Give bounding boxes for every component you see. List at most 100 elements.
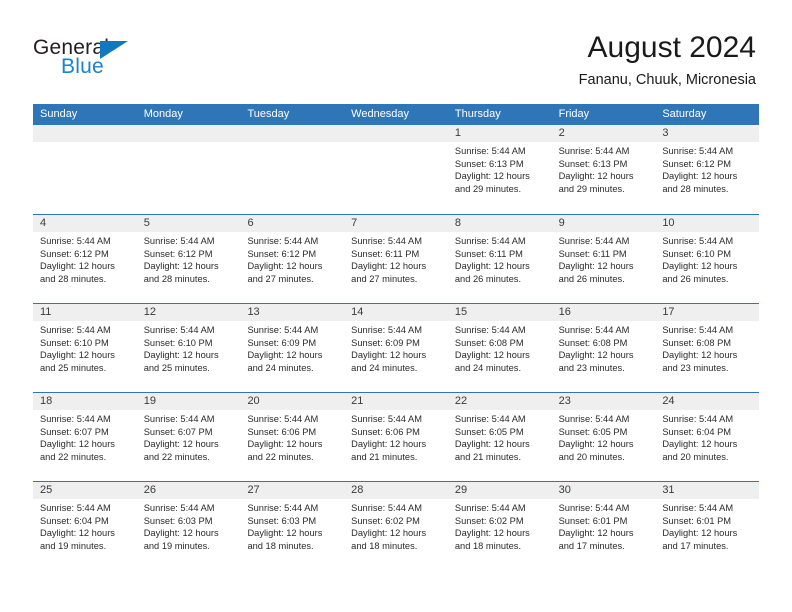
day-number: 17 — [655, 304, 760, 321]
daylight-text-line2: and 29 minutes. — [454, 183, 522, 194]
day-cell[interactable]: 11 Sunrise: 5:44 AM Sunset: 6:10 PM Dayligh… — [33, 304, 137, 392]
day-number — [240, 125, 345, 142]
week-row: 18 Sunrise: 5:44 AM Sunset: 6:07 PM Dayligh… — [33, 392, 760, 481]
day-details: Sunrise: 5:44 AM Sunset: 6:09 PM Daylight:… — [344, 321, 448, 374]
day-cell[interactable]: 28 Sunrise: 5:44 AM Sunset: 6:02 PM Dayligh… — [344, 482, 448, 570]
daylight-text-line1: Daylight: 12 hours — [40, 528, 115, 539]
page-title: August 2024 — [587, 31, 756, 64]
day-cell-empty — [344, 125, 448, 214]
day-cell[interactable]: 5 Sunrise: 5:44 AM Sunset: 6:12 PM Daylight… — [136, 215, 241, 303]
daylight-text-line1: Daylight: 12 hours — [558, 171, 634, 182]
day-cell[interactable]: 24 Sunrise: 5:44 AM Sunset: 6:04 PM Dayligh… — [655, 393, 760, 481]
sunrise-text: Sunrise: 5:44 AM — [143, 236, 215, 246]
day-cell[interactable]: 7 Sunrise: 5:44 AM Sunset: 6:11 PM Daylight… — [344, 215, 448, 303]
sunset-text: Sunset: 6:10 PM — [40, 337, 109, 348]
daylight-text-line1: Daylight: 12 hours — [662, 528, 738, 539]
day-details: Sunrise: 5:44 AM Sunset: 6:05 PM Daylight:… — [552, 410, 656, 463]
day-details: Sunrise: 5:44 AM Sunset: 6:07 PM Daylight:… — [33, 410, 137, 463]
day-cell[interactable]: 12 Sunrise: 5:44 AM Sunset: 6:10 PM Dayligh… — [136, 304, 241, 392]
day-number: 26 — [136, 482, 241, 499]
day-cell[interactable]: 30 Sunrise: 5:44 AM Sunset: 6:01 PM Dayligh… — [551, 482, 656, 570]
day-cell[interactable]: 1 Sunrise: 5:44 AM Sunset: 6:13 PM Daylight… — [447, 125, 552, 214]
sunrise-text: Sunrise: 5:44 AM — [454, 146, 526, 156]
day-cell[interactable]: 10 Sunrise: 5:44 AM Sunset: 6:10 PM Dayligh… — [655, 215, 760, 303]
sunset-text: Sunset: 6:06 PM — [351, 426, 420, 437]
day-cell[interactable]: 14 Sunrise: 5:44 AM Sunset: 6:09 PM Dayligh… — [344, 304, 448, 392]
day-cell[interactable]: 9 Sunrise: 5:44 AM Sunset: 6:11 PM Daylight… — [551, 215, 656, 303]
day-details: Sunrise: 5:44 AM Sunset: 6:02 PM Daylight:… — [344, 499, 448, 552]
sunrise-text: Sunrise: 5:44 AM — [558, 503, 630, 513]
day-cell[interactable]: 19 Sunrise: 5:44 AM Sunset: 6:07 PM Dayligh… — [136, 393, 241, 481]
day-cell[interactable]: 17 Sunrise: 5:44 AM Sunset: 6:08 PM Dayligh… — [655, 304, 760, 392]
day-cell[interactable]: 8 Sunrise: 5:44 AM Sunset: 6:11 PM Daylight… — [447, 215, 552, 303]
daylight-text-line1: Daylight: 12 hours — [662, 261, 738, 272]
day-cell[interactable]: 3 Sunrise: 5:44 AM Sunset: 6:12 PM Daylight… — [655, 125, 760, 214]
day-cell[interactable]: 21 Sunrise: 5:44 AM Sunset: 6:06 PM Dayligh… — [344, 393, 448, 481]
daylight-text-line2: and 25 minutes. — [143, 362, 210, 373]
daylight-text-line2: and 23 minutes. — [662, 362, 729, 373]
sunrise-text: Sunrise: 5:44 AM — [247, 414, 319, 424]
day-details: Sunrise: 5:44 AM Sunset: 6:11 PM Daylight:… — [344, 232, 448, 285]
day-cell[interactable]: 16 Sunrise: 5:44 AM Sunset: 6:08 PM Dayligh… — [551, 304, 656, 392]
general-blue-logo[interactable]: General Blue — [33, 36, 213, 84]
week-row: 11 Sunrise: 5:44 AM Sunset: 6:10 PM Dayligh… — [33, 303, 760, 392]
daylight-text-line2: and 28 minutes. — [40, 273, 107, 284]
day-details: Sunrise: 5:44 AM Sunset: 6:07 PM Daylight:… — [137, 410, 241, 463]
sunrise-text: Sunrise: 5:44 AM — [351, 503, 422, 513]
day-cell[interactable]: 31 Sunrise: 5:44 AM Sunset: 6:01 PM Dayligh… — [655, 482, 760, 570]
day-details: Sunrise: 5:44 AM Sunset: 6:08 PM Daylight:… — [448, 321, 552, 374]
logo-triangle-icon — [100, 41, 128, 59]
day-cell[interactable]: 22 Sunrise: 5:44 AM Sunset: 6:05 PM Dayligh… — [447, 393, 552, 481]
sunrise-text: Sunrise: 5:44 AM — [558, 146, 630, 156]
daylight-text-line1: Daylight: 12 hours — [143, 528, 219, 539]
day-cell[interactable]: 4 Sunrise: 5:44 AM Sunset: 6:12 PM Daylight… — [33, 215, 137, 303]
daylight-text-line1: Daylight: 12 hours — [351, 350, 427, 361]
day-details: Sunrise: 5:44 AM Sunset: 6:06 PM Daylight:… — [240, 410, 344, 463]
day-cell[interactable]: 29 Sunrise: 5:44 AM Sunset: 6:02 PM Dayligh… — [447, 482, 552, 570]
daylight-text-line1: Daylight: 12 hours — [662, 439, 738, 450]
day-cell[interactable]: 13 Sunrise: 5:44 AM Sunset: 6:09 PM Dayligh… — [240, 304, 345, 392]
day-cell[interactable]: 20 Sunrise: 5:44 AM Sunset: 6:06 PM Dayligh… — [240, 393, 345, 481]
day-cell[interactable]: 27 Sunrise: 5:44 AM Sunset: 6:03 PM Dayligh… — [240, 482, 345, 570]
title-block: August 2024 Fananu, Chuuk, Micronesia — [579, 30, 756, 90]
day-cell[interactable]: 25 Sunrise: 5:44 AM Sunset: 6:04 PM Dayligh… — [33, 482, 137, 570]
daylight-text-line2: and 28 minutes. — [662, 183, 729, 194]
week-row: 4 Sunrise: 5:44 AM Sunset: 6:12 PM Daylight… — [33, 214, 760, 303]
sunrise-text: Sunrise: 5:44 AM — [143, 414, 215, 424]
daylight-text-line2: and 24 minutes. — [454, 362, 522, 373]
day-number: 22 — [447, 393, 552, 410]
sunset-text: Sunset: 6:03 PM — [247, 515, 317, 526]
sunrise-text: Sunrise: 5:44 AM — [558, 325, 630, 335]
daylight-text-line2: and 25 minutes. — [40, 362, 107, 373]
day-number: 16 — [551, 304, 656, 321]
day-details: Sunrise: 5:44 AM Sunset: 6:09 PM Daylight:… — [240, 321, 344, 374]
daylight-text-line1: Daylight: 12 hours — [247, 261, 323, 272]
day-cell[interactable]: 18 Sunrise: 5:44 AM Sunset: 6:07 PM Dayligh… — [33, 393, 137, 481]
day-number: 7 — [344, 215, 448, 232]
daylight-text-line2: and 24 minutes. — [351, 362, 418, 373]
sunset-text: Sunset: 6:01 PM — [662, 515, 732, 526]
weekday-header-sunday: Sunday — [40, 108, 78, 120]
daylight-text-line2: and 28 minutes. — [143, 273, 210, 284]
sunset-text: Sunset: 6:03 PM — [143, 515, 213, 526]
day-details: Sunrise: 5:44 AM Sunset: 6:12 PM Daylight:… — [240, 232, 344, 285]
sunrise-text: Sunrise: 5:44 AM — [40, 236, 111, 246]
day-details: Sunrise: 5:44 AM Sunset: 6:11 PM Daylight:… — [448, 232, 552, 285]
day-cell[interactable]: 6 Sunrise: 5:44 AM Sunset: 6:12 PM Daylight… — [240, 215, 345, 303]
sunset-text: Sunset: 6:09 PM — [247, 337, 317, 348]
daylight-text-line1: Daylight: 12 hours — [247, 439, 323, 450]
daylight-text-line2: and 24 minutes. — [247, 362, 314, 373]
day-details: Sunrise: 5:44 AM Sunset: 6:10 PM Daylight:… — [33, 321, 137, 374]
day-number: 3 — [655, 125, 760, 142]
daylight-text-line2: and 18 minutes. — [247, 540, 314, 551]
day-cell[interactable]: 23 Sunrise: 5:44 AM Sunset: 6:05 PM Dayligh… — [551, 393, 656, 481]
daylight-text-line1: Daylight: 12 hours — [558, 350, 634, 361]
sunset-text: Sunset: 6:04 PM — [662, 426, 732, 437]
day-cell[interactable]: 2 Sunrise: 5:44 AM Sunset: 6:13 PM Daylight… — [551, 125, 656, 214]
daylight-text-line1: Daylight: 12 hours — [351, 439, 427, 450]
day-cell[interactable]: 26 Sunrise: 5:44 AM Sunset: 6:03 PM Dayligh… — [136, 482, 241, 570]
day-number: 5 — [136, 215, 241, 232]
day-number: 27 — [240, 482, 345, 499]
day-details: Sunrise: 5:44 AM Sunset: 6:01 PM Daylight:… — [655, 499, 759, 552]
day-cell[interactable]: 15 Sunrise: 5:44 AM Sunset: 6:08 PM Dayligh… — [447, 304, 552, 392]
